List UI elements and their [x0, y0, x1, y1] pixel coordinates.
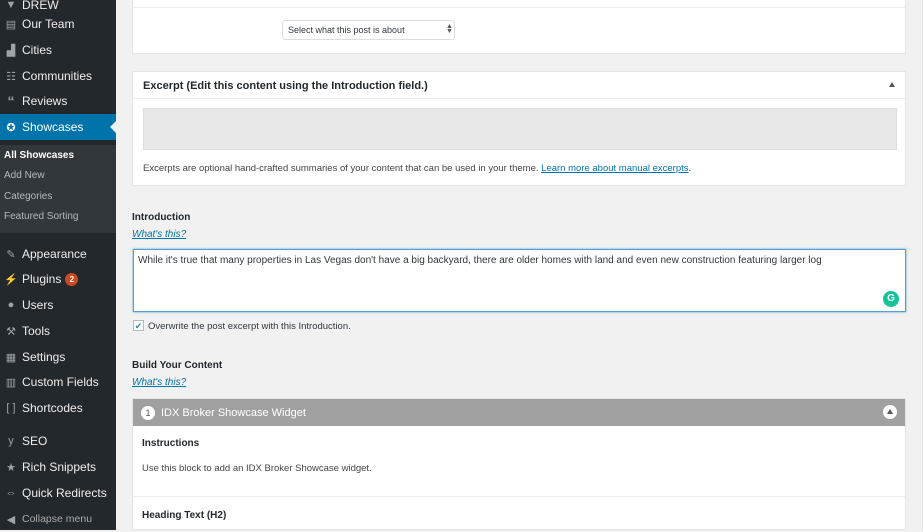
menu-item-settings[interactable]: ▦ Settings: [0, 344, 116, 370]
plugins-update-badge: 2: [65, 272, 79, 286]
divider: [133, 496, 905, 497]
main-content: Select what this post is about ▲ ▼ Excerp…: [116, 0, 923, 530]
layout-block-title: IDX Broker Showcase Widget: [161, 406, 306, 419]
menu-item-rich-snippets[interactable]: ★ Rich Snippets: [0, 454, 116, 480]
admin-sidebar: ▼ DREW ▤ Our Team ▟ Cities ☷ Communities “Re…: [0, 0, 116, 530]
post-topic-select[interactable]: Select what this post is about: [282, 20, 455, 40]
award-icon: ✪: [6, 121, 16, 134]
excerpt-help-text: Excerpts are optional hand-crafted summa…: [143, 163, 692, 174]
post-topic-box-header: [133, 0, 905, 8]
brackets-icon: [ ]: [6, 402, 16, 414]
menu-item-plugins[interactable]: ⚡ Plugins 2: [0, 266, 116, 292]
menu-item-custom-fields[interactable]: ▥ Custom Fields: [0, 369, 116, 395]
excerpt-box-title: Excerpt (Edit this content using the Int…: [133, 72, 905, 99]
paintbrush-icon: ✎: [6, 248, 16, 261]
menu-item-users[interactable]: ● Users: [0, 292, 116, 318]
collapse-menu-button[interactable]: ◀ Collapse menu: [0, 506, 116, 532]
groups-icon: ☷: [6, 70, 16, 83]
overwrite-excerpt-checkbox[interactable]: ✔: [133, 320, 144, 331]
yoast-icon: y: [8, 435, 14, 447]
menu-item-reviews[interactable]: “Reviews: [0, 88, 116, 114]
layout-block: 1 IDX Broker Showcase Widget Instruction…: [132, 398, 906, 530]
introduction-textarea[interactable]: [133, 249, 906, 312]
overwrite-excerpt-label: Overwrite the post excerpt with this Int…: [148, 321, 351, 332]
redirect-icon: ⇔: [5, 487, 17, 499]
instructions-text: Use this block to add an IDX Broker Show…: [142, 463, 372, 474]
introduction-whats-this-link[interactable]: What's this?: [132, 229, 186, 240]
menu-item-shortcodes[interactable]: [ ] Shortcodes: [0, 395, 116, 421]
menu-item-tools[interactable]: ⚒ Tools: [0, 318, 116, 344]
submenu-all-showcases[interactable]: All Showcases: [4, 150, 74, 161]
id-card-icon: ▤: [5, 18, 17, 31]
build-whats-this-link[interactable]: What's this?: [132, 377, 186, 388]
post-topic-box: Select what this post is about ▲ ▼: [132, 0, 906, 54]
menu-item-showcases[interactable]: ✪ Showcases: [0, 114, 116, 140]
grammarly-icon[interactable]: G: [883, 291, 899, 307]
excerpt-box: Excerpt (Edit this content using the Int…: [132, 71, 906, 186]
location-pin-icon: ▼: [5, 0, 17, 11]
collapse-arrow-icon[interactable]: [889, 82, 895, 87]
submenu-categories[interactable]: Categories: [4, 191, 52, 202]
menu-item-our-team[interactable]: ▤ Our Team: [0, 11, 116, 37]
collapse-icon: ◀: [6, 513, 16, 526]
heading-text-label: Heading Text (H2): [142, 510, 227, 521]
excerpt-textarea[interactable]: [143, 108, 897, 150]
select-arrows-icon: ▲ ▼: [446, 23, 453, 35]
quote-icon: “: [7, 93, 15, 109]
menu-item-cities[interactable]: ▟ Cities: [0, 37, 116, 63]
build-content-label: Build Your Content: [132, 360, 223, 371]
submenu-add-new[interactable]: Add New: [4, 170, 45, 181]
table-icon: ▥: [5, 376, 17, 389]
star-icon: ★: [6, 461, 16, 474]
menu-item-seo[interactable]: y SEO: [0, 428, 116, 454]
instructions-label: Instructions: [142, 438, 200, 449]
submenu-featured-sorting[interactable]: Featured Sorting: [4, 211, 79, 222]
learn-more-excerpts-link[interactable]: Learn more about manual excerpts: [541, 163, 688, 174]
plugin-icon: ⚡: [4, 273, 18, 286]
city-icon: ▟: [6, 44, 16, 57]
wrench-icon: ⚒: [6, 325, 16, 338]
layout-order-number: 1: [141, 405, 155, 420]
menu-item-quick-redirects[interactable]: ⇔ Quick Redirects: [0, 480, 116, 506]
menu-item-appearance[interactable]: ✎ Appearance: [0, 241, 116, 267]
layout-block-header[interactable]: 1 IDX Broker Showcase Widget: [133, 399, 905, 426]
showcases-submenu: All Showcases Add New Categories Feature…: [0, 145, 116, 233]
user-icon: ●: [7, 299, 15, 311]
settings-icon: ▦: [5, 351, 17, 364]
collapse-toggle-icon[interactable]: [883, 405, 897, 419]
menu-item-communities[interactable]: ☷ Communities: [0, 63, 116, 89]
introduction-label: Introduction: [132, 212, 191, 223]
